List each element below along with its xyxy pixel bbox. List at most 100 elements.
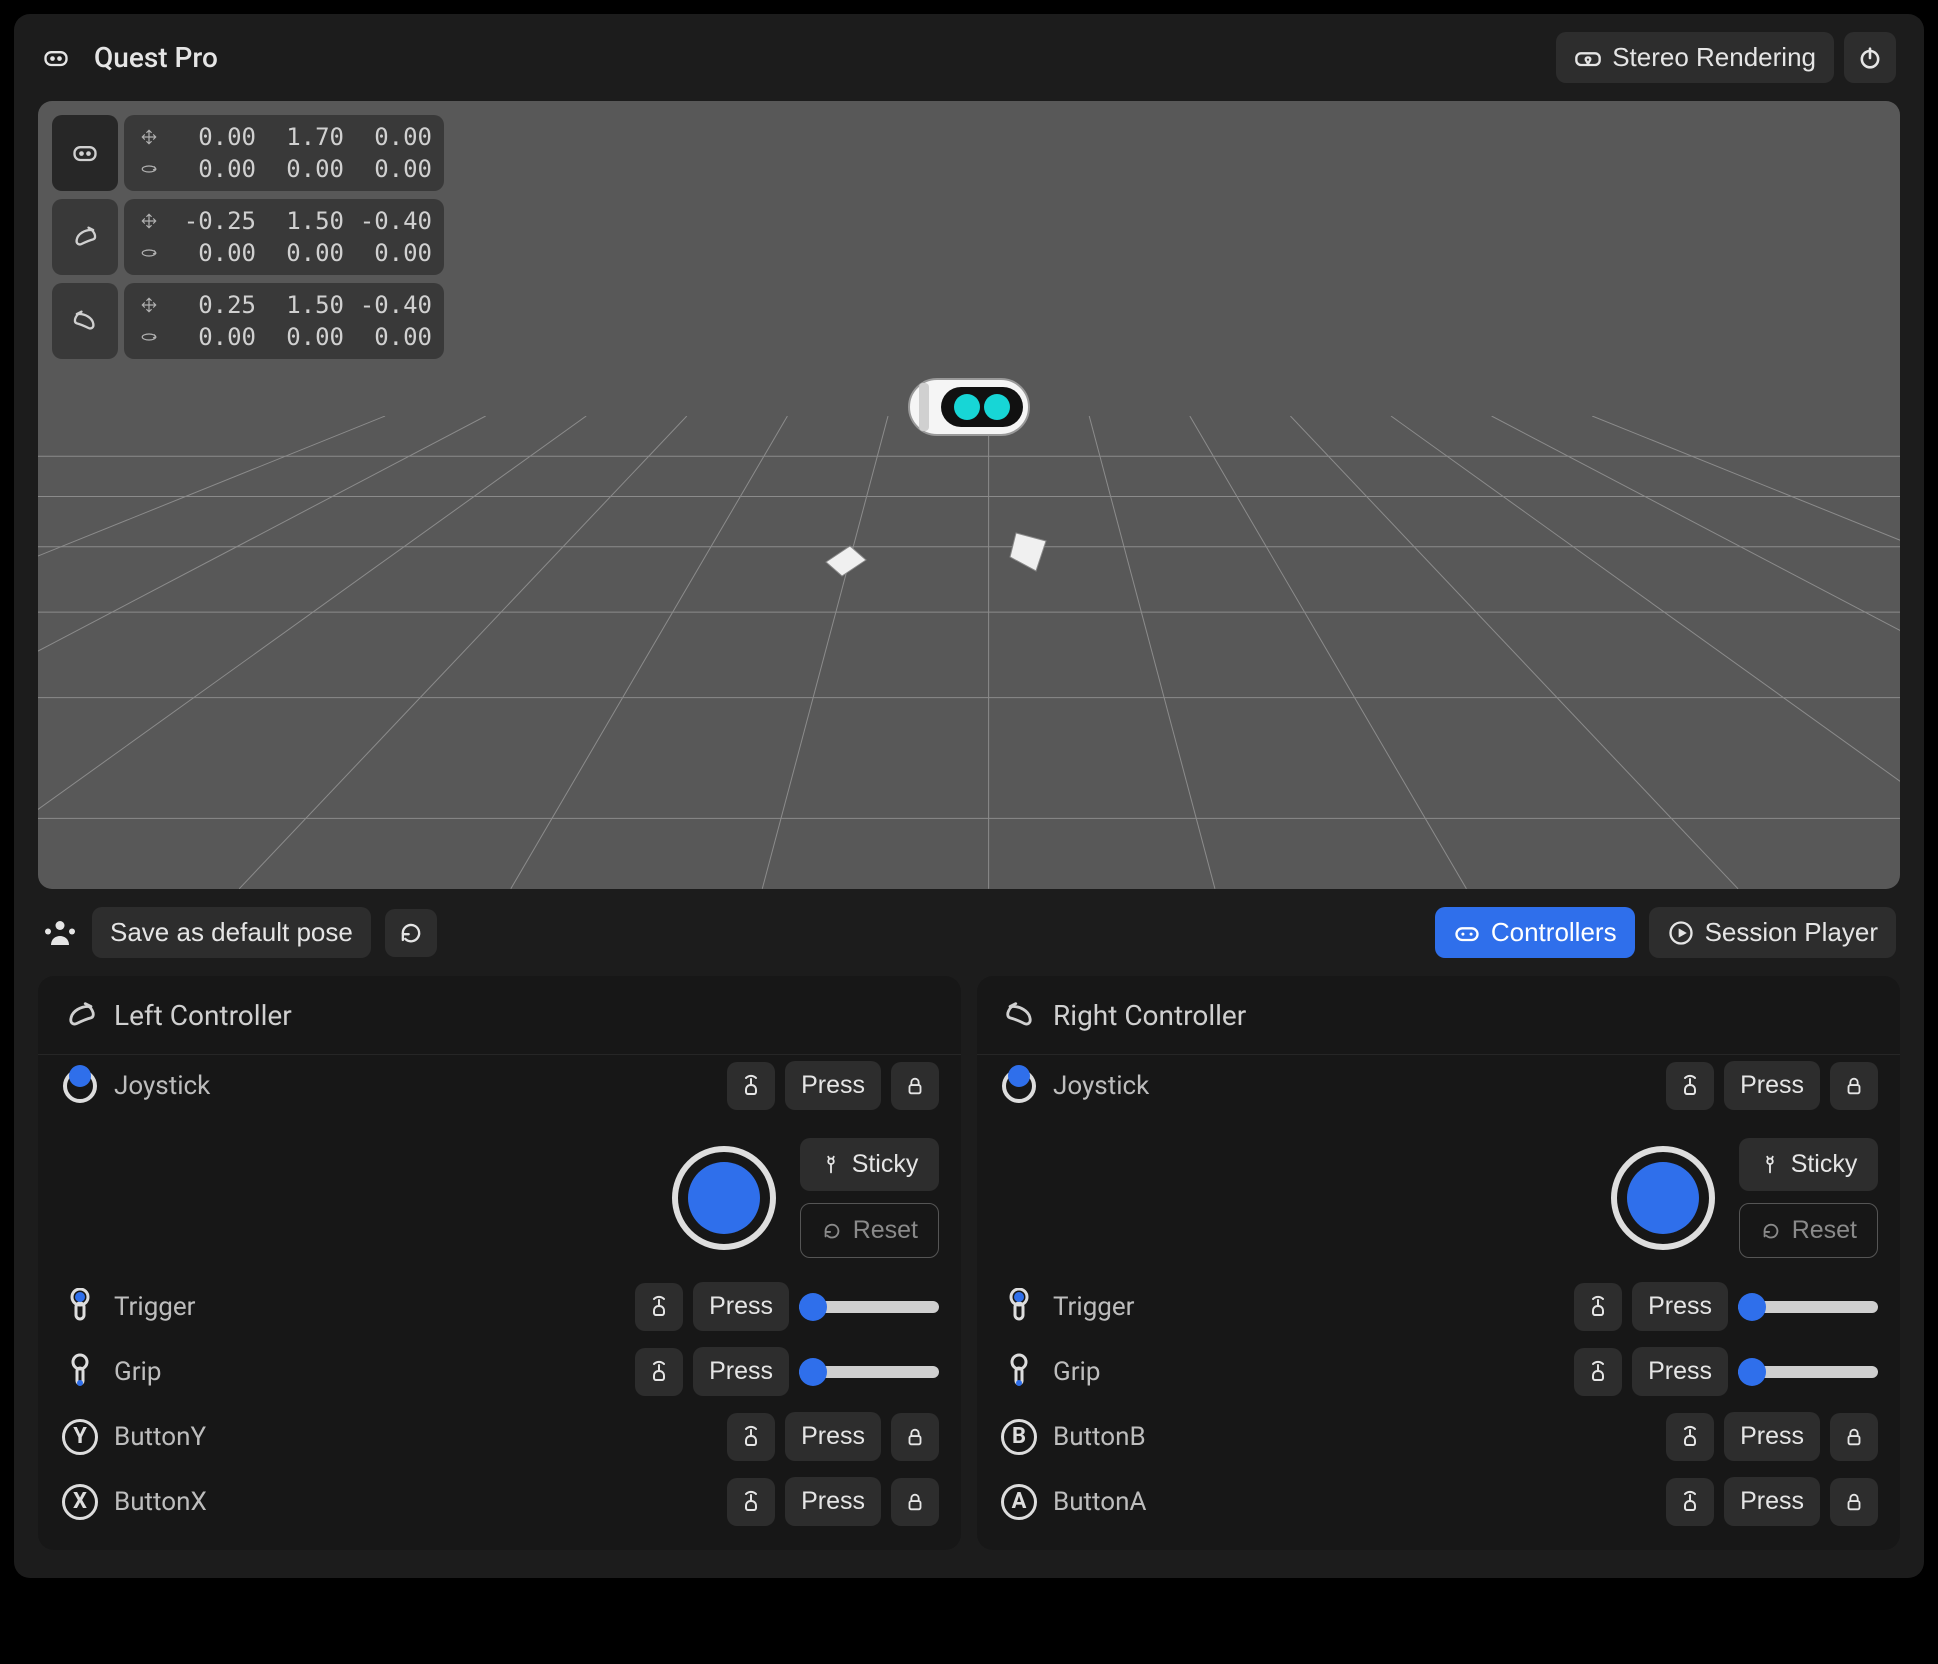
- right-joystick-sticky-button[interactable]: Sticky: [1739, 1138, 1878, 1191]
- right-controller-icon: [71, 307, 99, 335]
- left-button-y-press-button[interactable]: Press: [785, 1412, 881, 1461]
- right-grip-touch-button[interactable]: [1574, 1348, 1622, 1396]
- overlay-left-readout: -0.251.50-0.40 0.000.000.00: [124, 199, 444, 275]
- person-icon: [42, 915, 78, 951]
- viewport-3d[interactable]: 0.001.700.00 0.000.000.00 -0.251.50-0.40…: [38, 101, 1900, 889]
- left-trigger-slider[interactable]: [799, 1301, 939, 1313]
- right-controller-panel: Right Controller Joystick Press Sticky: [977, 976, 1900, 1550]
- right-grip-row: Grip Press: [999, 1347, 1878, 1396]
- right-panel-title: Right Controller: [1053, 999, 1246, 1032]
- left-controller-panel: Left Controller Joystick Press Sticky: [38, 976, 961, 1550]
- right-button-a-lock-button[interactable]: [1830, 1478, 1878, 1526]
- left-joystick-label: Joystick: [114, 1071, 713, 1101]
- grip-icon: [1008, 1353, 1030, 1391]
- overlay-right-controller-button[interactable]: [52, 283, 118, 359]
- left-joystick-sticky-button[interactable]: Sticky: [800, 1138, 939, 1191]
- right-button-b-label: ButtonB: [1053, 1422, 1652, 1452]
- headset-icon: [42, 44, 70, 72]
- tab-controllers-label: Controllers: [1491, 917, 1617, 948]
- left-grip-row: Grip Press: [60, 1347, 939, 1396]
- right-controller-icon: [1003, 998, 1037, 1032]
- left-joystick-pad[interactable]: [672, 1146, 776, 1250]
- right-button-a-touch-button[interactable]: [1666, 1478, 1714, 1526]
- left-grip-label: Grip: [114, 1357, 621, 1387]
- avatar-right-controller: [1006, 527, 1058, 583]
- gamepad-icon: [1453, 919, 1481, 947]
- left-trigger-press-button[interactable]: Press: [693, 1282, 789, 1331]
- left-joystick-press-button[interactable]: Press: [785, 1061, 881, 1110]
- right-grip-slider[interactable]: [1738, 1366, 1878, 1378]
- right-joystick-press-button[interactable]: Press: [1724, 1061, 1820, 1110]
- left-joystick-lock-button[interactable]: [891, 1062, 939, 1110]
- trigger-icon: [69, 1288, 91, 1326]
- left-trigger-row: Trigger Press: [60, 1282, 939, 1331]
- save-default-pose-button[interactable]: Save as default pose: [92, 907, 371, 958]
- button-x-icon: X: [62, 1484, 98, 1520]
- left-button-y-lock-button[interactable]: [891, 1413, 939, 1461]
- button-a-icon: A: [1001, 1484, 1037, 1520]
- right-button-a-label: ButtonA: [1053, 1487, 1652, 1517]
- right-joystick-label: Joystick: [1053, 1071, 1652, 1101]
- left-button-x-row: X ButtonX Press: [60, 1477, 939, 1526]
- reset-icon: [397, 919, 425, 947]
- button-y-icon: Y: [62, 1419, 98, 1455]
- right-trigger-touch-button[interactable]: [1574, 1283, 1622, 1331]
- overlay-right-readout: 0.251.50-0.40 0.000.000.00: [124, 283, 444, 359]
- right-button-a-row: A ButtonA Press: [999, 1477, 1878, 1526]
- left-grip-touch-button[interactable]: [635, 1348, 683, 1396]
- app-window: Quest Pro Stereo Rendering: [14, 14, 1924, 1578]
- power-icon: [1856, 44, 1884, 72]
- tab-controllers[interactable]: Controllers: [1435, 907, 1635, 958]
- left-joystick-reset-button[interactable]: Reset: [800, 1203, 939, 1258]
- right-button-b-lock-button[interactable]: [1830, 1413, 1878, 1461]
- reset-pose-button[interactable]: [385, 909, 437, 957]
- stereo-icon: [1574, 44, 1602, 72]
- left-button-x-lock-button[interactable]: [891, 1478, 939, 1526]
- overlay-left-controller-button[interactable]: [52, 199, 118, 275]
- left-trigger-label: Trigger: [114, 1292, 621, 1322]
- avatar-left-controller: [820, 542, 872, 586]
- right-joystick-lock-button[interactable]: [1830, 1062, 1878, 1110]
- left-panel-title: Left Controller: [114, 999, 292, 1032]
- right-joystick-pad[interactable]: [1611, 1146, 1715, 1250]
- stereo-rendering-button[interactable]: Stereo Rendering: [1556, 32, 1834, 83]
- header: Quest Pro Stereo Rendering: [14, 14, 1924, 101]
- left-joystick-row: Joystick Press: [60, 1061, 939, 1110]
- overlay-headset-readout: 0.001.700.00 0.000.000.00: [124, 115, 444, 191]
- left-button-x-touch-button[interactable]: [727, 1478, 775, 1526]
- tab-session-player[interactable]: Session Player: [1649, 907, 1896, 958]
- play-icon: [1667, 919, 1695, 947]
- transform-overlay: 0.001.700.00 0.000.000.00 -0.251.50-0.40…: [52, 115, 444, 359]
- toolbar: Save as default pose Controllers Session…: [14, 889, 1924, 976]
- left-button-y-touch-button[interactable]: [727, 1413, 775, 1461]
- right-joystick-reset-button[interactable]: Reset: [1739, 1203, 1878, 1258]
- right-trigger-slider[interactable]: [1738, 1301, 1878, 1313]
- overlay-headset-button[interactable]: [52, 115, 118, 191]
- right-joystick-row: Joystick Press: [999, 1061, 1878, 1110]
- right-button-b-press-button[interactable]: Press: [1724, 1412, 1820, 1461]
- right-button-b-touch-button[interactable]: [1666, 1413, 1714, 1461]
- left-trigger-touch-button[interactable]: [635, 1283, 683, 1331]
- right-trigger-row: Trigger Press: [999, 1282, 1878, 1331]
- headset-icon: [71, 139, 99, 167]
- right-grip-press-button[interactable]: Press: [1632, 1347, 1728, 1396]
- device-title: Quest Pro: [94, 41, 1532, 74]
- button-b-icon: B: [1001, 1419, 1037, 1455]
- save-default-pose-label: Save as default pose: [110, 917, 353, 948]
- joystick-icon: [63, 1069, 97, 1103]
- right-button-b-row: B ButtonB Press: [999, 1412, 1878, 1461]
- right-joystick-touch-button[interactable]: [1666, 1062, 1714, 1110]
- right-trigger-press-button[interactable]: Press: [1632, 1282, 1728, 1331]
- left-grip-slider[interactable]: [799, 1366, 939, 1378]
- right-button-a-press-button[interactable]: Press: [1724, 1477, 1820, 1526]
- right-grip-label: Grip: [1053, 1357, 1560, 1387]
- left-button-x-press-button[interactable]: Press: [785, 1477, 881, 1526]
- left-grip-press-button[interactable]: Press: [693, 1347, 789, 1396]
- avatar-headset: [889, 369, 1049, 463]
- ground-grid: [38, 416, 1900, 889]
- left-joystick-touch-button[interactable]: [727, 1062, 775, 1110]
- left-controller-icon: [71, 223, 99, 251]
- power-button[interactable]: [1844, 32, 1896, 83]
- trigger-icon: [1008, 1288, 1030, 1326]
- stereo-rendering-label: Stereo Rendering: [1612, 42, 1816, 73]
